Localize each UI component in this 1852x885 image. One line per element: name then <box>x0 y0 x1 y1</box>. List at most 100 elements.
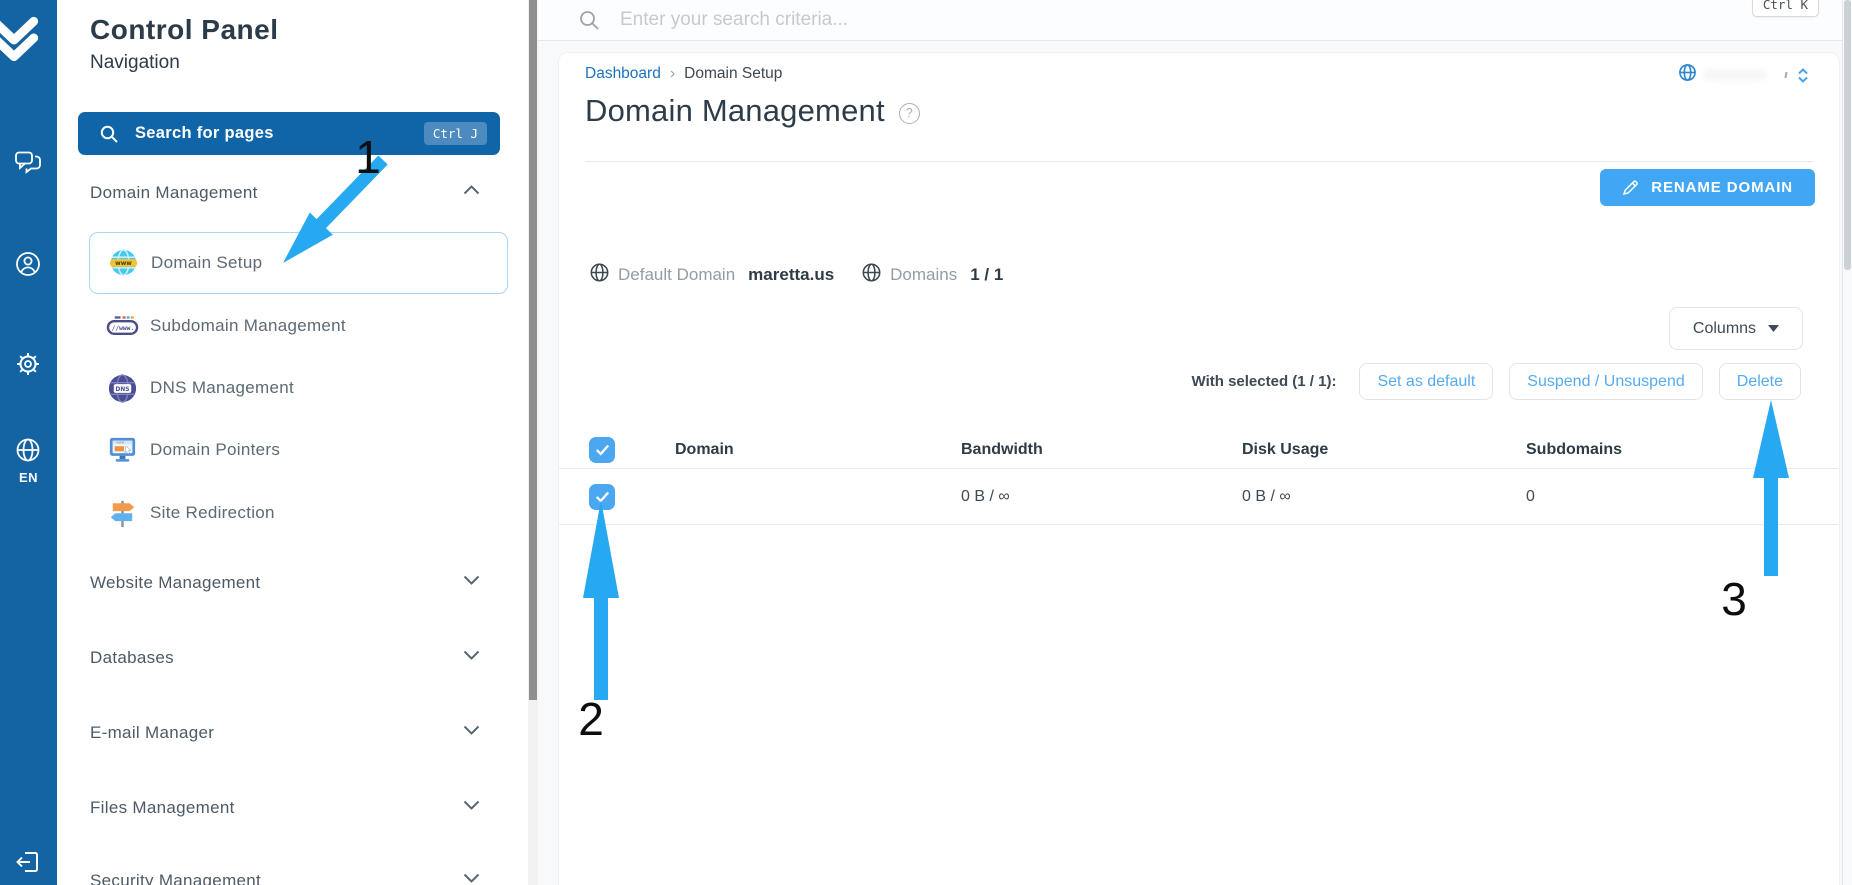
globe-icon <box>861 262 882 288</box>
account-icon[interactable] <box>14 250 42 278</box>
delete-button[interactable]: Delete <box>1719 363 1801 400</box>
chevron-down-icon[interactable] <box>463 800 480 810</box>
domain-stats: Default Domain maretta.us Domains 1 / 1 <box>589 259 1003 291</box>
directadmin-logo-icon[interactable] <box>0 12 41 66</box>
svg-text:www: www <box>116 440 124 444</box>
caret-down-icon <box>1768 325 1779 332</box>
monitor-icon: www <box>106 434 139 467</box>
panel-title: Control Panel <box>90 14 279 46</box>
domain-management-card: Dashboard › Domain Setup Domain Manageme… <box>558 52 1840 885</box>
columns-label: Columns <box>1693 320 1756 338</box>
globe-www-icon: www <box>107 247 140 280</box>
page-scrollbar[interactable] <box>1842 0 1852 885</box>
domains-count-label: Domains <box>890 265 957 285</box>
subdomain-icon: //www. <box>106 310 139 343</box>
nav-search-shortcut: Ctrl J <box>424 122 487 145</box>
breadcrumb: Dashboard › Domain Setup <box>585 65 782 83</box>
section-website-management[interactable]: Website Management <box>90 568 260 598</box>
column-header-disk-usage[interactable]: Disk Usage <box>1242 441 1526 459</box>
with-selected-row: With selected (1 / 1): Set as default Su… <box>1192 363 1801 400</box>
search-icon <box>99 124 119 144</box>
sidebar-item-domain-pointers[interactable]: www Domain Pointers <box>89 430 280 470</box>
navigation-panel: Control Panel Navigation Search for page… <box>57 0 538 885</box>
column-header-bandwidth[interactable]: Bandwidth <box>961 441 1242 459</box>
search-icon <box>578 9 600 31</box>
directadmin-screen: EN Control Panel Navigation Search for p… <box>0 0 1852 885</box>
main-area: Ctrl K Dashboard › Domain Setup Domain M… <box>538 0 1852 885</box>
global-search-shortcut: Ctrl K <box>1752 0 1819 17</box>
nav-search-button[interactable]: Search for pages Ctrl J <box>78 112 500 155</box>
sidebar-item-label: Subdomain Management <box>150 316 346 336</box>
page-title-row: Domain Management ? <box>585 93 920 129</box>
domains-count-value: 1 / 1 <box>970 265 1003 285</box>
chevron-up-icon[interactable] <box>463 185 480 195</box>
signpost-icon <box>106 497 139 530</box>
breadcrumb-separator: › <box>670 65 675 83</box>
cell-bandwidth: 0 B / ∞ <box>961 488 1242 506</box>
domain-selector[interactable] <box>1678 63 1810 87</box>
breadcrumb-current: Domain Setup <box>684 65 782 83</box>
svg-text:www: www <box>115 260 132 267</box>
table-header-row: Domain Bandwidth Disk Usage Subdomains <box>559 431 1838 469</box>
redacted-domain-text <box>1703 70 1767 80</box>
columns-dropdown-button[interactable]: Columns <box>1669 307 1803 350</box>
page-title: Domain Management <box>585 93 885 129</box>
sidebar-item-label: Domain Pointers <box>150 440 280 460</box>
cell-subdomains: 0 <box>1526 488 1838 506</box>
svg-text://www.: //www. <box>112 325 134 332</box>
globe-icon <box>1678 63 1697 87</box>
sidebar-item-label: Domain Setup <box>151 253 262 273</box>
row-checkbox[interactable] <box>589 484 615 510</box>
section-databases[interactable]: Databases <box>90 643 174 673</box>
sidebar-item-subdomain-management[interactable]: //www. Subdomain Management <box>89 306 346 346</box>
check-icon <box>595 443 610 456</box>
section-security-management[interactable]: Security Management <box>90 866 261 885</box>
globe-icon <box>589 262 610 288</box>
check-icon <box>595 490 610 503</box>
table-row: 0 B / ∞ 0 B / ∞ 0 <box>559 469 1838 525</box>
pencil-icon <box>1622 179 1639 196</box>
sidebar-item-dns-management[interactable]: DNS DNS Management <box>89 368 294 408</box>
sidebar-item-domain-setup[interactable]: www Domain Setup <box>89 232 508 294</box>
chevron-down-icon[interactable] <box>463 725 480 735</box>
rename-domain-button[interactable]: RENAME DOMAIN <box>1600 169 1815 206</box>
global-search-input[interactable] <box>618 8 1422 32</box>
set-as-default-button[interactable]: Set as default <box>1359 363 1493 400</box>
sidebar-item-label: DNS Management <box>150 378 294 398</box>
language-label[interactable]: EN <box>0 470 57 485</box>
rename-domain-label: RENAME DOMAIN <box>1651 179 1793 196</box>
page-scrollbar-thumb[interactable] <box>1844 0 1851 270</box>
settings-gear-icon[interactable] <box>14 350 42 378</box>
section-files-management[interactable]: Files Management <box>90 793 235 823</box>
default-domain-value: maretta.us <box>748 265 834 285</box>
help-icon[interactable]: ? <box>899 103 920 124</box>
title-divider <box>585 161 1813 162</box>
suspend-unsuspend-button[interactable]: Suspend / Unsuspend <box>1509 363 1702 400</box>
chevron-up-down-icon[interactable] <box>1796 67 1810 84</box>
section-email-manager[interactable]: E-mail Manager <box>90 718 214 748</box>
language-globe-icon[interactable] <box>14 436 42 464</box>
chevron-down-icon[interactable] <box>463 575 480 585</box>
nav-scrollbar[interactable] <box>528 0 538 885</box>
chevron-down-icon[interactable] <box>463 650 480 660</box>
section-domain-management[interactable]: Domain Management <box>90 178 258 208</box>
chevron-down-icon[interactable] <box>463 873 480 883</box>
panel-subtitle: Navigation <box>90 52 180 74</box>
breadcrumb-dashboard[interactable]: Dashboard <box>585 65 661 83</box>
cell-disk-usage: 0 B / ∞ <box>1242 488 1526 506</box>
nav-scrollbar-thumb[interactable] <box>529 0 537 700</box>
dns-globe-icon: DNS <box>106 372 139 405</box>
column-header-subdomains[interactable]: Subdomains <box>1526 441 1838 459</box>
icon-rail: EN <box>0 0 57 885</box>
support-chat-icon[interactable] <box>14 148 42 176</box>
svg-text:DNS: DNS <box>116 386 130 392</box>
column-header-domain[interactable]: Domain <box>675 441 961 459</box>
global-search-bar: Ctrl K <box>538 0 1843 41</box>
select-all-checkbox[interactable] <box>589 437 615 463</box>
default-domain-label: Default Domain <box>618 265 735 285</box>
sidebar-item-site-redirection[interactable]: Site Redirection <box>89 493 275 533</box>
sidebar-item-label: Site Redirection <box>150 503 275 523</box>
logout-icon[interactable] <box>14 848 42 876</box>
with-selected-label: With selected (1 / 1): <box>1192 373 1337 390</box>
nav-search-label: Search for pages <box>135 124 274 143</box>
